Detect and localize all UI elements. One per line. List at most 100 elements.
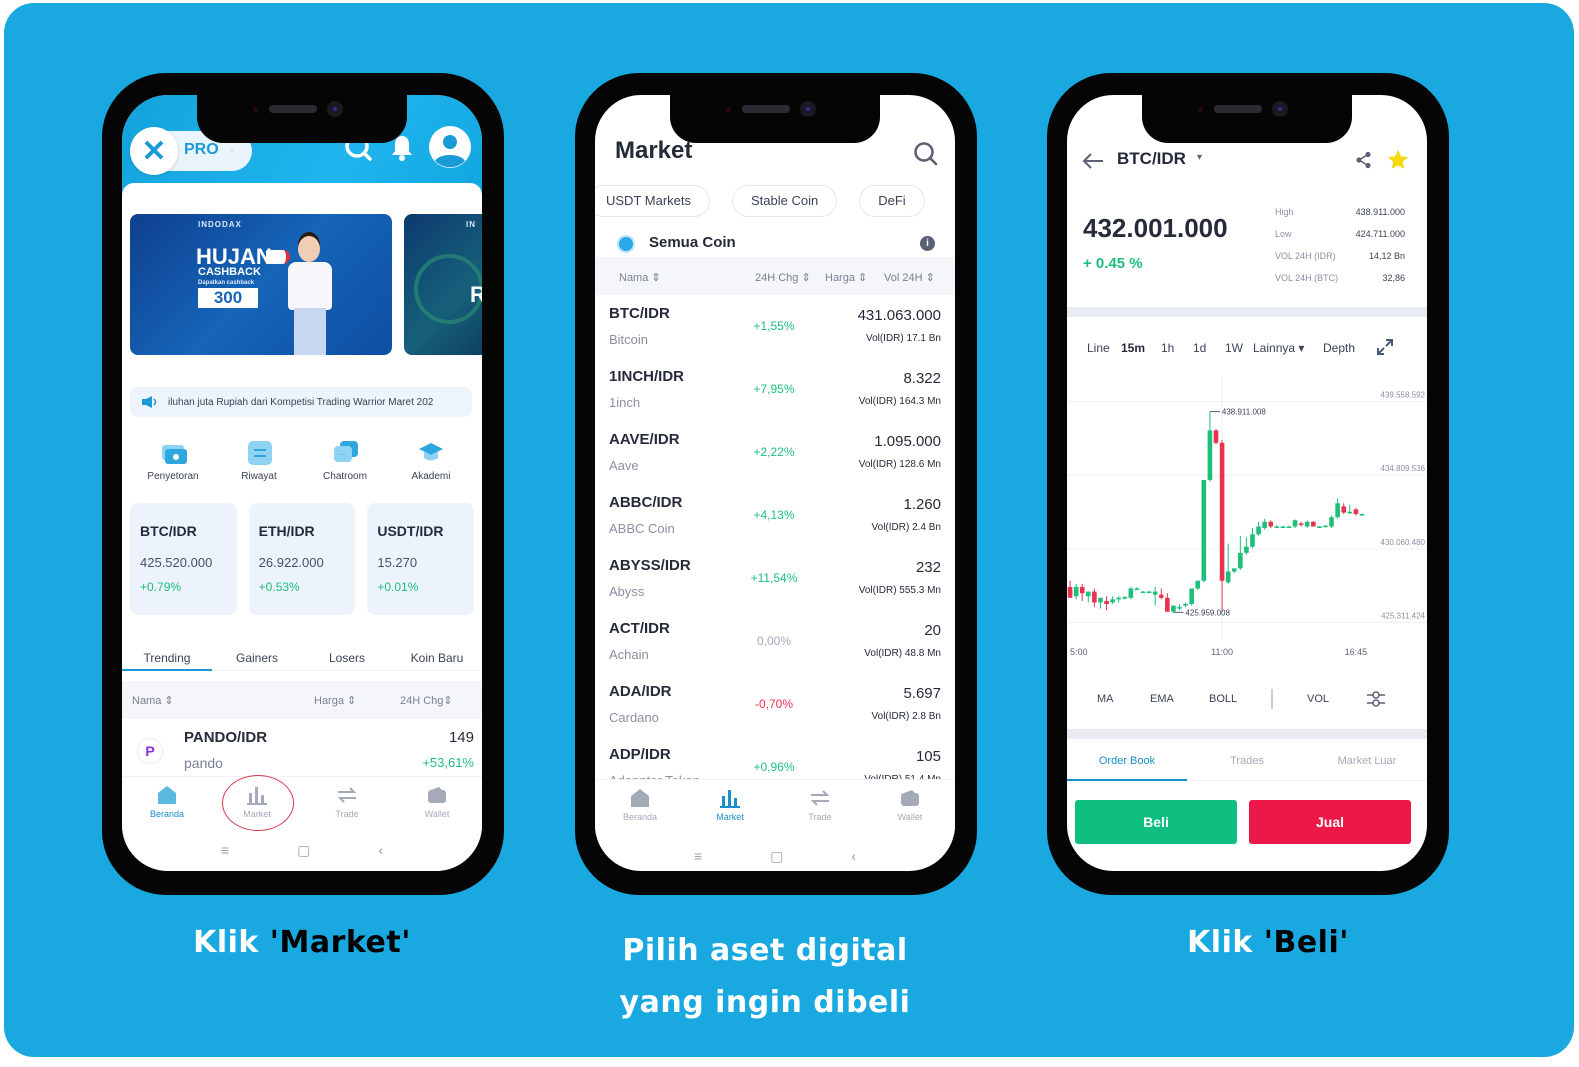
tf-depth[interactable]: Depth — [1323, 341, 1355, 355]
nav-beranda[interactable]: Beranda — [595, 780, 685, 835]
sort-name[interactable]: Nama ⇕ — [619, 271, 661, 284]
home-button[interactable]: ▢ — [770, 848, 783, 865]
menu-akademi[interactable]: Akademi — [391, 441, 471, 482]
buy-button[interactable]: Beli — [1075, 800, 1237, 844]
candle-body — [1165, 597, 1170, 612]
back-button[interactable]: ‹ — [851, 848, 856, 864]
chip-stable-coin[interactable]: Stable Coin — [732, 185, 838, 217]
candle-body — [1353, 509, 1359, 515]
candle-body — [1195, 580, 1201, 589]
coin-filter-label: Semua Coin — [649, 234, 736, 251]
search-icon[interactable] — [913, 141, 939, 172]
indicator-settings-icon[interactable] — [1365, 689, 1387, 712]
system-navigation: ≡ ▢ ‹ — [595, 841, 955, 871]
trade-header: BTC/IDR ▾ — [1081, 149, 1421, 179]
sort-name[interactable]: Nama ⇕ — [132, 694, 174, 707]
favorite-star-icon[interactable] — [1387, 149, 1409, 176]
chip-defi[interactable]: DeFi — [859, 185, 925, 217]
coin-name: ABBC Coin — [609, 521, 675, 536]
sort-price[interactable]: Harga ⇕ — [314, 694, 356, 707]
pair-card-btc[interactable]: BTC/IDR 425.520.000 +0.79% — [130, 503, 237, 615]
nav-trade[interactable]: Trade — [302, 777, 392, 833]
caption-line-1: Pilih aset digital — [622, 933, 908, 968]
pair-name: BTC/IDR — [140, 523, 197, 539]
nav-wallet[interactable]: Wallet — [865, 780, 955, 835]
sell-button[interactable]: Jual — [1249, 800, 1411, 844]
promo-banner-cashback[interactable]: INDODAX HUJAN CASHBACK Dapatkan cashback… — [130, 214, 392, 355]
nav-trade[interactable]: Trade — [775, 780, 865, 835]
back-arrow-icon[interactable] — [1081, 151, 1105, 176]
deposit-icon — [160, 441, 187, 465]
share-icon[interactable] — [1355, 151, 1373, 174]
expand-icon[interactable] — [1375, 337, 1395, 360]
indicator-vol[interactable]: VOL — [1307, 693, 1329, 705]
sort-volume[interactable]: Vol 24H ⇕ — [884, 271, 935, 284]
indicator-ma[interactable]: MA — [1097, 693, 1114, 705]
page-title: Market — [615, 137, 693, 164]
tf-1w[interactable]: 1W — [1225, 341, 1243, 355]
tab-koin-baru[interactable]: Koin Baru — [392, 637, 482, 670]
table-row[interactable]: ACT/IDR Achain 0,00% 20 Vol(IDR) 48.8 Mn — [595, 610, 955, 673]
table-row[interactable]: ADA/IDR Cardano -0,70% 5.697 Vol(IDR) 2.8 Bn — [595, 673, 955, 736]
pair-card-eth[interactable]: ETH/IDR 26.922.000 +0.53% — [248, 503, 356, 615]
promo-banner-2[interactable]: IN R — [404, 214, 482, 355]
x-tick-label: 11:00 — [1211, 647, 1233, 657]
tab-losers[interactable]: Losers — [302, 637, 392, 670]
chevron-down-icon[interactable]: ▾ — [1197, 152, 1202, 163]
tab-order-book[interactable]: Order Book — [1067, 747, 1187, 781]
announcement-ticker[interactable]: iluhan juta Rupiah dari Kompetisi Tradin… — [130, 387, 472, 417]
candle-body — [1171, 605, 1176, 612]
tf-1d[interactable]: 1d — [1193, 341, 1206, 355]
tab-market-luar[interactable]: Market Luar — [1307, 747, 1427, 780]
coin-list: BTC/IDR Bitcoin +1,55% 431.063.000 Vol(IDR) … — [595, 295, 955, 799]
tab-gainers[interactable]: Gainers — [212, 637, 302, 670]
recent-apps-button[interactable]: ≡ — [221, 842, 229, 858]
tf-1h[interactable]: 1h — [1161, 341, 1174, 355]
table-row[interactable]: ABBC/IDR ABBC Coin +4,13% 1.260 Vol(IDR) 2.4… — [595, 484, 955, 547]
sort-change[interactable]: 24H Chg⇕ — [400, 694, 453, 707]
tab-trending[interactable]: Trending — [122, 637, 212, 671]
candle-body — [1262, 521, 1267, 529]
nav-market[interactable]: Market — [212, 775, 302, 833]
table-row[interactable]: P PANDO/IDR pando 149 +53,61% — [122, 723, 482, 777]
candle-body — [1292, 520, 1298, 527]
divider — [1067, 729, 1427, 739]
recent-apps-button[interactable]: ≡ — [694, 848, 702, 864]
coin-filter-icon — [619, 237, 633, 251]
menu-riwayat[interactable]: Riwayat — [219, 441, 299, 482]
table-row[interactable]: BTC/IDR Bitcoin +1,55% 431.063.000 Vol(IDR) … — [595, 295, 955, 358]
table-row[interactable]: ABYSS/IDR Abyss +11,54% 232 Vol(IDR) 555.3 M… — [595, 547, 955, 610]
sort-price[interactable]: Harga ⇕ — [825, 271, 867, 284]
back-button[interactable]: ‹ — [378, 842, 383, 858]
tf-line[interactable]: Line — [1087, 341, 1110, 355]
indicator-ema[interactable]: EMA — [1150, 693, 1174, 705]
table-row[interactable]: 1INCH/IDR 1inch +7,95% 8.322 Vol(IDR) 164.3 … — [595, 358, 955, 421]
pair-card-usdt[interactable]: USDT/IDR 15.270 +0.01% — [367, 503, 475, 615]
pair-selector[interactable]: BTC/IDR — [1117, 149, 1186, 169]
x-tick-label: 16:45 — [1345, 647, 1368, 657]
table-row[interactable]: AAVE/IDR Aave +2,22% 1.095.000 Vol(IDR) 128.… — [595, 421, 955, 484]
home-button[interactable]: ▢ — [297, 842, 310, 859]
menu-penyetoran[interactable]: Penyetoran — [133, 441, 213, 482]
tf-lainnya-dropdown[interactable]: Lainnya ▾ — [1253, 341, 1304, 355]
candlestick-chart[interactable]: 439.558.592 434.809.536 430.060.480 425.311… — [1067, 377, 1427, 667]
system-navigation: ≡ ▢ ‹ — [122, 835, 482, 865]
chip-usdt-markets[interactable]: USDT Markets — [595, 185, 710, 217]
nav-wallet[interactable]: Wallet — [392, 777, 482, 833]
coin-filter[interactable]: Semua Coin i — [619, 232, 939, 256]
info-icon[interactable]: i — [920, 236, 935, 251]
table-header: Nama ⇕ 24H Chg ⇕ Harga ⇕ Vol 24H ⇕ — [595, 257, 955, 295]
tf-15m[interactable]: 15m — [1121, 341, 1145, 355]
menu-chatroom[interactable]: ··· Chatroom — [305, 441, 385, 482]
pair-change: +1,55% — [753, 319, 795, 333]
indicator-boll[interactable]: BOLL — [1209, 693, 1237, 705]
avatar-icon[interactable] — [428, 125, 472, 174]
nav-beranda[interactable]: Beranda — [122, 777, 212, 833]
y-tick-label: 434.809.536 — [1381, 464, 1426, 473]
pair-change: 0,00% — [756, 634, 792, 648]
sort-change[interactable]: 24H Chg ⇕ — [755, 271, 811, 284]
candle-body — [1158, 594, 1164, 598]
pair-volume: Vol(IDR) 128.6 Mn — [858, 459, 941, 470]
nav-market[interactable]: Market — [685, 780, 775, 835]
tab-trades[interactable]: Trades — [1187, 747, 1307, 780]
